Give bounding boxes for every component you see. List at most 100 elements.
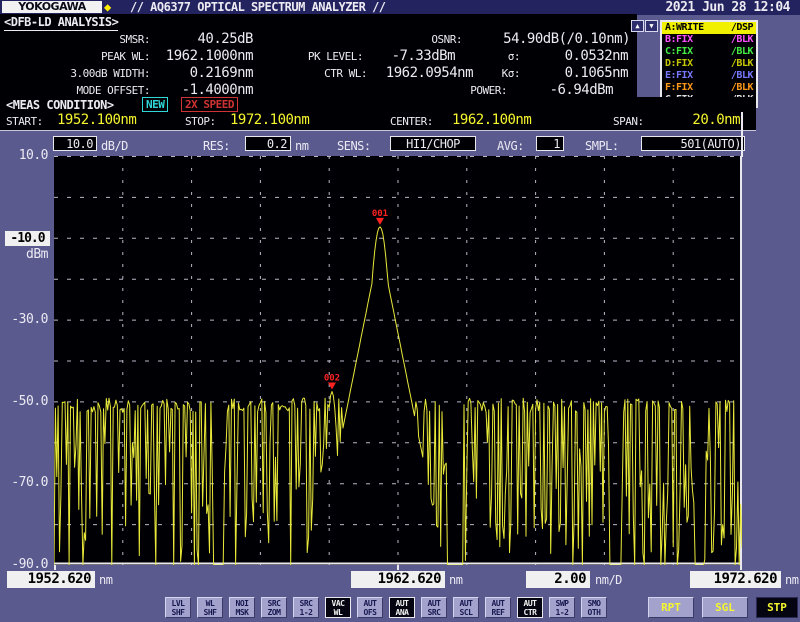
x-tick-center [397,565,399,570]
svg-text:002: 002 [324,374,340,384]
softkey-aut-scl[interactable]: AUTSCL [453,597,479,618]
right-border-line [741,112,743,157]
y-axis-label: -70.0 [4,476,48,489]
mode-offset-value: -1.4000nm [150,83,253,98]
trace-row-f[interactable]: F:FIX/BLK [662,82,756,94]
trace-down-button[interactable]: ▼ [645,20,658,32]
x-scale-readout: 2.00 [526,571,590,588]
ctr-wl-label: CTR WL: [277,66,367,81]
trace-active-label: A:WRITE [665,22,704,34]
sens-field[interactable]: HI1/CHOP [390,136,476,151]
y-axis-label: -50.0 [4,395,48,408]
trace-status: /BLK [731,82,753,94]
y-axis-label: -90.0 [4,558,48,571]
smsr-value: 40.25dB [150,32,253,47]
peak-wl-label: PEAK WL: [0,49,150,64]
peak-marker-001: 001 [372,209,388,225]
trace-up-button[interactable]: ▲ [631,20,644,32]
trace-legend-panel: A:WRITE /DSP B:FIX/BLKC:FIX/BLKD:FIX/BLK… [660,20,758,108]
softkey-aut-ofs[interactable]: AUTOFS [357,597,383,618]
trace-row-c[interactable]: C:FIX/BLK [662,46,756,58]
softkey-swp-1-2[interactable]: SWP1-2 [549,597,575,618]
softkey-noi-msk[interactable]: NOIMSK [229,597,255,618]
trace-row-active[interactable]: A:WRITE /DSP [662,22,756,34]
sens-label: SENS: [337,139,371,153]
osnr-value: 54.90dB(/0.10nm) [470,32,630,47]
y-axis-unit: dBm [4,248,48,261]
meas-condition-block: <MEAS CONDITION> NEW 2X SPEED START: 195… [0,97,756,131]
softkey-src-1-2[interactable]: SRC1-2 [293,597,319,618]
x-tick-right [740,565,742,570]
single-sweep-button[interactable]: SGL [702,597,748,618]
softkey-lvl-shf[interactable]: LVLSHF [165,597,191,618]
res-field[interactable]: 0.2 [245,136,291,151]
trace-row-b[interactable]: B:FIX/BLK [662,34,756,46]
page-title: // AQ6377 OPTICAL SPECTRUM ANALYZER // [130,1,386,14]
trace-status: /BLK [731,34,753,46]
peak-wl-value: 1962.1000nm [150,49,253,64]
res-label: RES: [203,139,230,153]
stop-label: STOP: [185,115,216,129]
spectrum-plot[interactable]: 001 002 [54,156,742,565]
softkey-aut-src[interactable]: AUTSRC [421,597,447,618]
avg-field[interactable]: 1 [536,136,564,151]
x-right-readout: 1972.620 [690,571,781,588]
analysis-mode-title: <DFB-LD ANALYSIS> [4,15,118,31]
repeat-sweep-button[interactable]: RPT [648,597,694,618]
softkey-vac-wl[interactable]: VACWL [325,597,351,618]
y-axis-label: -30.0 [4,313,48,326]
width-3db-value: 0.2169nm [150,66,253,81]
center-value[interactable]: 1962.100nm [452,112,531,128]
trace-status: /BLK [731,58,753,70]
x-right-unit: nm [785,573,798,587]
ref-level-box[interactable]: -10.0 [5,231,50,246]
stop-sweep-button[interactable]: STP [756,597,798,618]
smpl-field[interactable]: 501(AUTO) [641,136,745,151]
trace-label: F:FIX [665,82,693,94]
softkey-aut-ref[interactable]: AUTREF [485,597,511,618]
start-label: START: [6,115,43,129]
softkey-aut-ana[interactable]: AUTANA [389,597,415,618]
trace-row-e[interactable]: E:FIX/BLK [662,70,756,82]
softkey-src-zom[interactable]: SRCZOM [261,597,287,618]
trace-status: /BLK [731,46,753,58]
smpl-label: SMPL: [585,139,619,153]
span-label: SPAN: [613,115,644,129]
softkey-smo-oth[interactable]: SMOOTH [581,597,607,618]
center-label: CENTER: [390,115,433,129]
speed-badge: 2X SPEED [181,97,238,112]
brand-logo: YOKOGAWA [2,1,102,13]
stop-value[interactable]: 1972.100nm [230,112,309,128]
brand-diamond-icon: ◆ [104,0,111,14]
res-unit: nm [295,139,308,153]
trace-label: B:FIX [665,34,693,46]
width-3db-label: 3.00dB WIDTH: [0,66,150,81]
avg-label: AVG: [497,139,524,153]
level-scale-unit: dB/D [101,139,128,153]
trace-active-status: /DSP [731,22,753,34]
x-scale-unit: nm/D [595,573,622,587]
softkey-wl-shf[interactable]: WLSHF [197,597,223,618]
level-scale-field[interactable]: 10.0 [53,136,97,151]
ctr-wl-value: 1962.0954nm [369,66,473,81]
trace-label: D:FIX [665,58,693,70]
ksigma-label: Kσ: [480,66,520,81]
pk-level-value: -7.33dBm [365,49,455,64]
start-value[interactable]: 1952.100nm [57,112,136,128]
power-value: -6.94dBm [513,83,613,98]
x-left-readout: 1952.620 [7,571,95,588]
x-center-readout: 1962.620 [351,571,445,588]
meas-condition-title: <MEAS CONDITION> [6,98,114,112]
new-badge: NEW [142,97,168,112]
power-label: POWER: [417,83,507,98]
span-value[interactable]: 20.0nm [692,112,740,128]
x-left-unit: nm [99,573,112,587]
spectrum-trace-svg: 001 002 [54,156,742,565]
clock: 2021 Jun 28 12:04 [665,1,790,15]
softkey-aut-ctr[interactable]: AUTCTR [517,597,543,618]
trace-label: E:FIX [665,70,693,82]
ksigma-value: 0.1065nm [523,66,628,81]
sigma-label: σ: [480,49,520,64]
trace-row-d[interactable]: D:FIX/BLK [662,58,756,70]
smsr-label: SMSR: [0,32,150,47]
